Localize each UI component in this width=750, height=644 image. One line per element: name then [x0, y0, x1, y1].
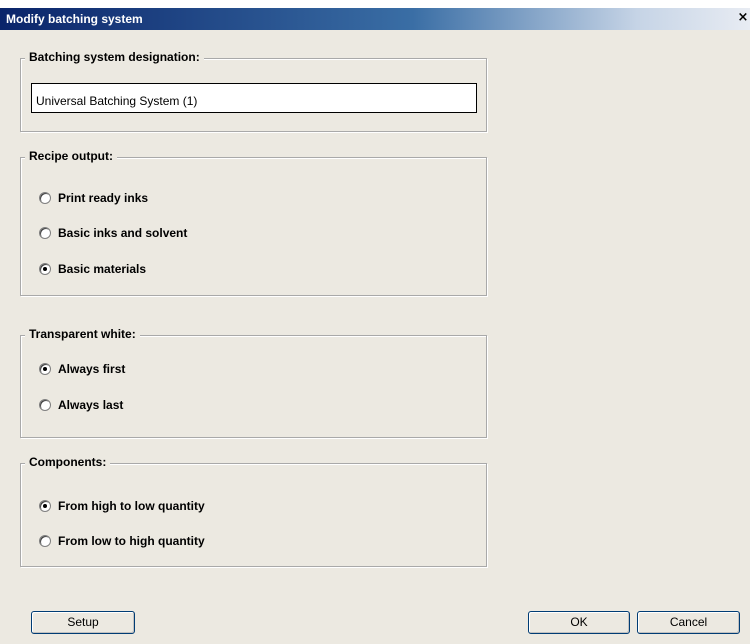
radio-indicator — [39, 363, 51, 375]
ok-button[interactable]: OK — [528, 611, 630, 634]
window-title: Modify batching system — [6, 12, 143, 26]
radio-indicator — [39, 263, 51, 275]
transparent-white-legend: Transparent white: — [25, 327, 140, 341]
designation-group: Batching system designation: — [20, 50, 487, 132]
radio-label: From high to low quantity — [58, 499, 205, 513]
radio-label: Print ready inks — [58, 191, 149, 205]
setup-button[interactable]: Setup — [31, 611, 135, 634]
radio-always-first[interactable]: Always first — [39, 362, 125, 376]
radio-low-to-high[interactable]: From low to high quantity — [39, 534, 205, 548]
radio-indicator — [39, 500, 51, 512]
components-legend: Components: — [25, 455, 111, 469]
radio-label: Always last — [58, 398, 124, 412]
radio-indicator — [39, 399, 51, 411]
recipe-output-legend: Recipe output: — [25, 149, 117, 163]
components-group: Components: From high to low quantity Fr… — [20, 455, 487, 567]
top-edge — [0, 0, 750, 8]
radio-indicator — [39, 535, 51, 547]
radio-indicator — [39, 227, 51, 239]
radio-basic-materials[interactable]: Basic materials — [39, 262, 146, 276]
radio-print-ready-inks[interactable]: Print ready inks — [39, 191, 148, 205]
radio-label: Always first — [58, 362, 126, 376]
radio-label: Basic inks and solvent — [58, 226, 188, 240]
close-icon[interactable]: × — [736, 11, 750, 26]
designation-legend: Batching system designation: — [25, 50, 204, 64]
designation-input[interactable] — [31, 83, 477, 113]
radio-high-to-low[interactable]: From high to low quantity — [39, 499, 205, 513]
cancel-button[interactable]: Cancel — [637, 611, 740, 634]
transparent-white-group: Transparent white: Always first Always l… — [20, 327, 487, 438]
radio-label: Basic materials — [58, 262, 147, 276]
recipe-output-group: Recipe output: Print ready inks Basic in… — [20, 149, 487, 296]
radio-indicator — [39, 192, 51, 204]
radio-always-last[interactable]: Always last — [39, 398, 123, 412]
radio-label: From low to high quantity — [58, 534, 205, 548]
radio-basic-inks-and-solvent[interactable]: Basic inks and solvent — [39, 226, 187, 240]
title-bar[interactable]: Modify batching system × — [0, 8, 750, 30]
